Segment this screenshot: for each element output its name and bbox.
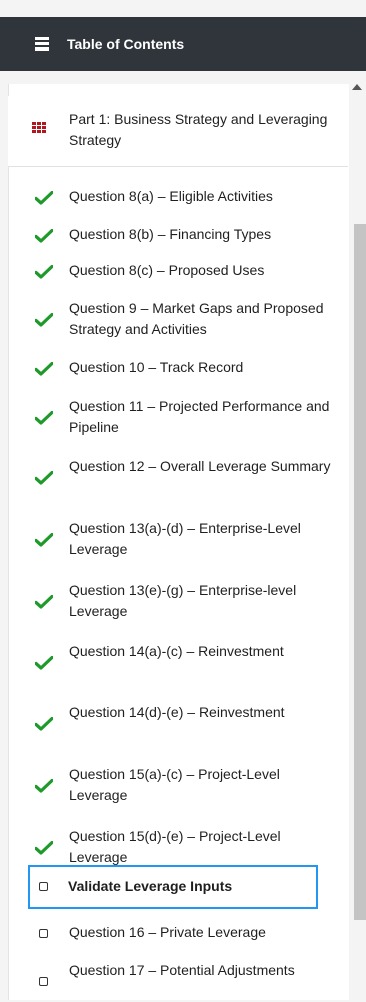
toc-item-label: Question 8(a) – Eligible Activities: [69, 188, 273, 204]
toc-item-active[interactable]: Validate Leverage Inputs: [28, 865, 318, 909]
toc-item-label: Question 10 – Track Record: [69, 359, 244, 375]
toc-item[interactable]: Question 10 – Track Record: [8, 357, 338, 378]
checkmark-icon: [35, 779, 53, 793]
toc-item-label: Question 15(a)-(c) – Project-Level Lever…: [69, 766, 280, 803]
checkmark-icon: [35, 264, 53, 279]
toc-item[interactable]: Question 12 – Overall Leverage Summary: [8, 456, 338, 498]
toc-item[interactable]: Question 13(e)-(g) – Enterprise-level Le…: [8, 580, 338, 622]
toc-title: Table of Contents: [67, 36, 185, 52]
toc-part-1[interactable]: Part 1: Business Strategy and Leveraging…: [8, 96, 348, 167]
checkmark-icon: [35, 471, 53, 485]
toc-item[interactable]: Question 11 – Projected Performance and …: [8, 396, 338, 438]
list-icon: [35, 37, 49, 51]
toc-item-label: Question 16 – Private Leverage: [69, 924, 266, 940]
grid-icon: [32, 122, 46, 134]
checkmark-icon: [35, 841, 53, 855]
part-label: Part 1: Business Strategy and Leveraging…: [69, 111, 328, 148]
checkmark-icon: [35, 595, 53, 609]
toc-item[interactable]: Question 15(a)-(c) – Project-Level Lever…: [8, 764, 338, 806]
scrollbar-thumb[interactable]: [354, 224, 366, 920]
checkmark-icon: [35, 190, 53, 205]
empty-square-icon: [39, 928, 48, 938]
toc-item-label: Question 9 – Market Gaps and Proposed St…: [69, 300, 324, 337]
toc-item-label: Question 17 – Potential Adjustments: [69, 962, 295, 978]
toc-item-label: Question 15(d)-(e) – Project-Level Lever…: [69, 828, 281, 865]
toc-item-label: Question 8(b) – Financing Types: [69, 226, 272, 242]
toc-item[interactable]: Question 8(c) – Proposed Uses: [8, 260, 338, 281]
toc-item-label: Question 14(a)-(c) – Reinvestment: [69, 643, 284, 659]
toc-item[interactable]: Question 14(a)-(c) – Reinvestment: [8, 641, 338, 683]
checkmark-icon: [35, 228, 53, 243]
checkmark-icon: [35, 361, 53, 376]
toc-item[interactable]: Question 8(a) – Eligible Activities: [8, 186, 338, 207]
toc-item-label: Question 14(d)-(e) – Reinvestment: [69, 704, 285, 720]
toc-item-label: Question 11 – Projected Performance and …: [69, 398, 330, 435]
checkmark-icon: [35, 313, 53, 327]
scroll-up-arrow-icon[interactable]: [352, 84, 362, 90]
checkmark-icon: [35, 717, 53, 731]
toc-item-label: Validate Leverage Inputs: [68, 878, 233, 894]
checkmark-icon: [35, 656, 53, 670]
toc-item-label: Question 12 – Overall Leverage Summary: [69, 458, 331, 474]
checkmark-icon: [35, 533, 53, 547]
toc-item[interactable]: Question 15(d)-(e) – Project-Level Lever…: [8, 826, 338, 868]
toc-item[interactable]: Question 8(b) – Financing Types: [8, 224, 338, 245]
toc-item[interactable]: Question 17 – Potential Adjustments: [8, 960, 338, 1002]
toc-item[interactable]: Question 16 – Private Leverage: [8, 922, 338, 943]
toc-item-label: Question 13(e)-(g) – Enterprise-level Le…: [69, 582, 297, 619]
toc-item[interactable]: Question 9 – Market Gaps and Proposed St…: [8, 298, 338, 340]
toc-item-label: Question 8(c) – Proposed Uses: [69, 262, 265, 278]
empty-square-icon: [39, 977, 48, 986]
empty-square-icon: [39, 882, 48, 891]
checkmark-icon: [35, 411, 53, 425]
toc-item-label: Question 13(a)-(d) – Enterprise-Level Le…: [69, 520, 301, 557]
toc-item[interactable]: Question 13(a)-(d) – Enterprise-Level Le…: [8, 518, 338, 560]
toc-header: Table of Contents: [0, 17, 366, 71]
toc-item[interactable]: Question 14(d)-(e) – Reinvestment: [8, 702, 338, 744]
